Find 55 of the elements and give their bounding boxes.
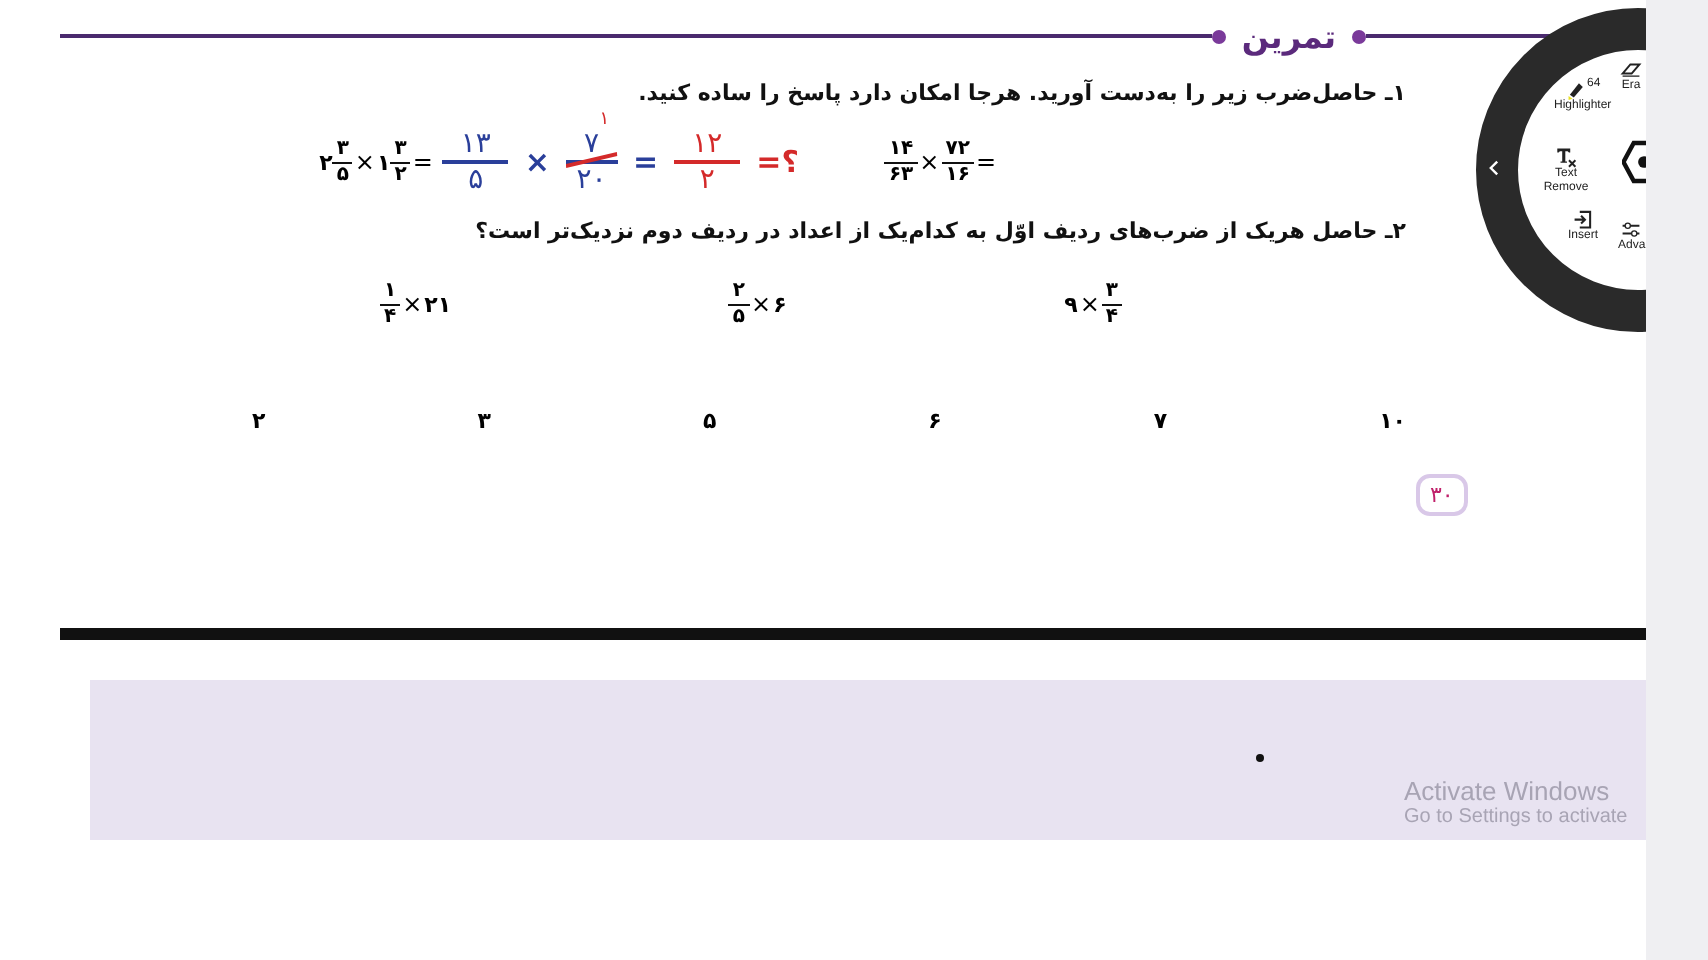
dot-mark bbox=[1256, 754, 1264, 762]
whole-number: ۲ bbox=[319, 149, 333, 175]
numerator: ۱۴ bbox=[884, 138, 918, 163]
operator-sign: × bbox=[402, 290, 423, 318]
numerator: ۷۲ bbox=[941, 138, 974, 163]
operator-sign: × bbox=[919, 148, 940, 176]
denominator: ۵ bbox=[730, 305, 748, 328]
bullet-dot bbox=[1211, 29, 1226, 43]
denominator: ۲۰ bbox=[574, 164, 609, 197]
handwritten-sign: × bbox=[524, 144, 550, 180]
denominator: ۵ bbox=[334, 163, 351, 186]
number-text: ۶ bbox=[773, 291, 787, 317]
denominator: ۲ bbox=[697, 164, 717, 197]
numerator: ۳ bbox=[1101, 280, 1122, 305]
highlighter-icon bbox=[1565, 78, 1587, 100]
number-option: ۱۰ bbox=[1379, 408, 1406, 434]
page-number: ۳۰ bbox=[1416, 474, 1468, 516]
numerator: ۱۲ bbox=[674, 127, 741, 164]
denominator: ۲ bbox=[392, 163, 409, 186]
number-text: ۲۱ bbox=[424, 291, 452, 317]
numerator: ۱ bbox=[380, 280, 401, 305]
chevron-left-icon[interactable] bbox=[1486, 160, 1502, 176]
number-option: ۷ bbox=[1153, 408, 1168, 434]
numerator: ۲ bbox=[728, 280, 750, 305]
operator-sign: = bbox=[412, 148, 433, 176]
number-option: ۳ bbox=[477, 408, 491, 434]
numerator: ۳ bbox=[390, 138, 411, 163]
question-text: ۲ـ حاصل هریک از ضرب‌های ردیف اوّل به کدام‌یک از اعداد در ردیف دوم نزدیک‌تر است؟ bbox=[475, 218, 1406, 244]
operator-sign: × bbox=[354, 148, 375, 176]
number-option: ۲ bbox=[252, 408, 266, 434]
question-text: ۱ـ حاصل‌ضرب زیر را به‌دست آورید. هرجا امکان دارد پاسخ را ساده کنید. bbox=[638, 80, 1406, 106]
operator-sign: × bbox=[751, 290, 772, 318]
insert-icon bbox=[1572, 208, 1594, 230]
bullet-dot bbox=[1352, 29, 1366, 43]
denominator: ۵ bbox=[466, 164, 486, 197]
denominator: ۴ bbox=[1103, 305, 1120, 328]
number-option: ۵ bbox=[702, 408, 717, 434]
handwritten-sign: =؟ bbox=[756, 144, 799, 180]
text-remove-icon bbox=[1555, 146, 1577, 168]
number-option: ۶ bbox=[928, 408, 942, 434]
numerator: ۳ bbox=[332, 138, 353, 163]
denominator: ۱۶ bbox=[943, 163, 972, 186]
denominator: ۶۳ bbox=[886, 163, 916, 186]
activation-subtitle: Go to Settings to activate bbox=[1404, 806, 1630, 828]
numerator: ۱۳ bbox=[442, 127, 509, 164]
activation-title: Activate Windows bbox=[1404, 776, 1612, 806]
number-text: ۹ bbox=[1064, 291, 1078, 317]
handwritten-note: ۱ bbox=[599, 109, 610, 130]
denominator: ۴ bbox=[382, 305, 399, 328]
operator-sign: = bbox=[975, 148, 996, 176]
handwritten-sign: = bbox=[633, 144, 659, 180]
whole-number: ۱ bbox=[376, 149, 391, 175]
operator-sign: × bbox=[1079, 290, 1100, 318]
section-title: تمرین bbox=[1239, 17, 1338, 55]
numerator: ۷ bbox=[566, 127, 618, 164]
